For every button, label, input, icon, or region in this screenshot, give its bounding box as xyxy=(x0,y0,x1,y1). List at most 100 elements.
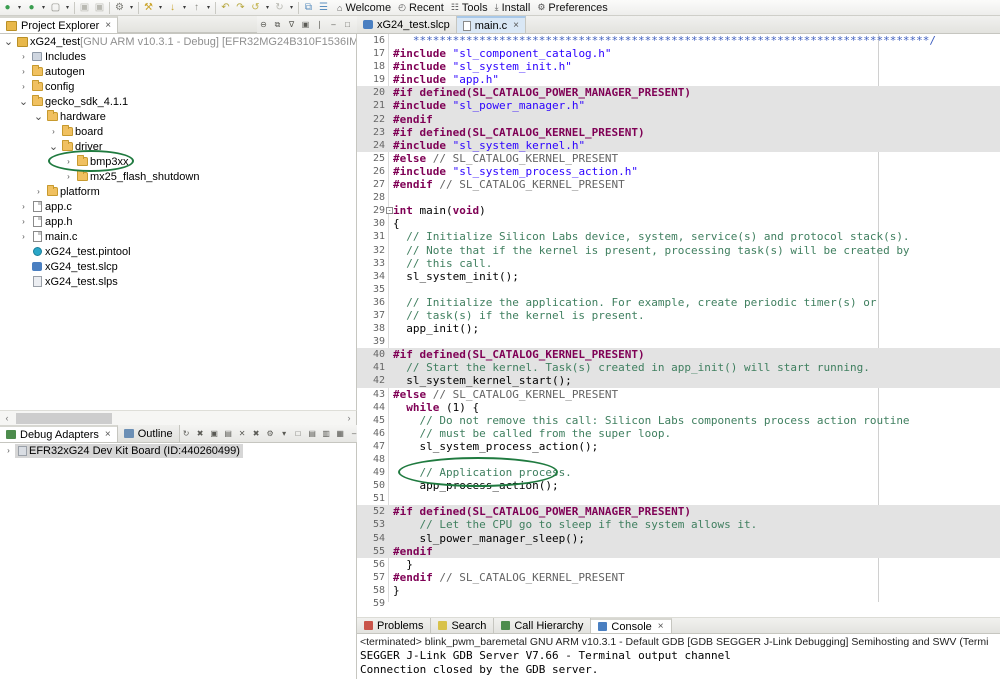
code-line-44[interactable]: 44 while (1) { xyxy=(357,401,1000,414)
code-line-57[interactable]: 57 #endif // SL_CATALOG_KERNEL_PRESENT xyxy=(357,571,1000,584)
code-line-56[interactable]: 56 } xyxy=(357,558,1000,571)
tab-debug-adapters[interactable]: Debug Adapters × xyxy=(0,425,118,442)
commit-dropdown-arrow-icon[interactable]: ▾ xyxy=(204,0,213,15)
code-line-32[interactable]: 32 // Note that if the kernel is present… xyxy=(357,244,1000,257)
code-line-30[interactable]: 30 { xyxy=(357,217,1000,230)
clean-dropdown-arrow-icon[interactable]: ▾ xyxy=(156,0,165,15)
view-menu-icon[interactable]: ▣ xyxy=(299,18,312,31)
tree-item-app-h[interactable]: › app.h xyxy=(0,214,356,229)
remove-icon[interactable]: ✕ xyxy=(236,427,249,440)
build-dropdown-arrow-icon[interactable]: ▾ xyxy=(127,0,136,15)
tree-item-xg24-test[interactable]: ⌄ xG24_test [GNU ARM v10.3.1 - Debug] [EF… xyxy=(0,34,356,49)
chevron-right-icon[interactable]: › xyxy=(62,170,75,183)
code-line-36[interactable]: 36 // Initialize the application. For ex… xyxy=(357,296,1000,309)
chevron-right-icon[interactable]: › xyxy=(17,50,30,63)
code-line-52[interactable]: 52 #if defined(SL_CATALOG_POWER_MANAGER_P… xyxy=(357,505,1000,519)
open-resource-icon[interactable]: ☰ xyxy=(316,0,331,15)
editor-tab-main-c[interactable]: main.c × xyxy=(456,16,527,33)
tree-item-xg24-test-pintool[interactable]: xG24_test.pintool xyxy=(0,244,356,259)
code-line-23[interactable]: 23 #if defined(SL_CATALOG_KERNEL_PRESENT) xyxy=(357,125,1000,139)
code-line-24[interactable]: 24 #include "sl_system_kernel.h" xyxy=(357,138,1000,152)
run-launch-icon[interactable]: ● xyxy=(24,0,39,15)
code-line-48[interactable]: 48 xyxy=(357,453,1000,466)
scroll-track[interactable] xyxy=(14,412,342,424)
back-navigate-icon[interactable]: ↶ xyxy=(218,0,233,15)
new-debug-launch-icon[interactable]: ● xyxy=(0,0,15,15)
console-tab-console[interactable]: Console × xyxy=(591,618,672,633)
code-line-40[interactable]: 40 #if defined(SL_CATALOG_KERNEL_PRESENT) xyxy=(357,348,1000,362)
code-editor[interactable]: 16 *************************************… xyxy=(357,34,1000,617)
previous-annotation-icon[interactable]: ↺ xyxy=(248,0,263,15)
scroll-thumb[interactable] xyxy=(16,412,112,424)
code-line-43[interactable]: 43 #else // SL_CATALOG_KERNEL_PRESENT xyxy=(357,388,1000,401)
chevron-right-icon[interactable]: › xyxy=(32,185,45,198)
menu-item-install[interactable]: ⤓ Install xyxy=(493,2,536,14)
code-line-18[interactable]: 18 #include "sl_system_init.h" xyxy=(357,60,1000,73)
edit-icon[interactable]: ▤ xyxy=(222,427,235,440)
chevron-right-icon[interactable]: › xyxy=(2,444,15,457)
tree-item-autogen[interactable]: › autogen xyxy=(0,64,356,79)
next-annotation-icon[interactable]: ↻ xyxy=(272,0,287,15)
disconnect-icon[interactable]: ✖ xyxy=(194,427,207,440)
code-line-37[interactable]: 37 // task(s) if the kernel is present. xyxy=(357,309,1000,322)
refresh-icon[interactable]: ↻ xyxy=(180,427,193,440)
code-line-46[interactable]: 46 // must be called from the super loop… xyxy=(357,427,1000,440)
run-dropdown-arrow-icon[interactable]: ▾ xyxy=(39,0,48,15)
forward-navigate-icon[interactable]: ↷ xyxy=(233,0,248,15)
code-line-38[interactable]: 38 app_init(); xyxy=(357,322,1000,335)
code-line-49[interactable]: 49 // Application process. xyxy=(357,466,1000,479)
flash-dropdown-arrow-icon[interactable]: ▾ xyxy=(180,0,189,15)
panel-icon-3[interactable]: ▥ xyxy=(320,427,333,440)
link-with-editor-icon[interactable]: ⧉ xyxy=(271,18,284,31)
code-line-21[interactable]: 21 #include "sl_power_manager.h" xyxy=(357,99,1000,113)
tree-item-xg24-test-slps[interactable]: xG24_test.slps xyxy=(0,274,356,289)
maximize-icon[interactable]: □ xyxy=(341,18,354,31)
new-wizard-icon[interactable]: ▢ xyxy=(48,0,63,15)
code-line-27[interactable]: 27 #endif // SL_CATALOG_KERNEL_PRESENT xyxy=(357,178,1000,191)
code-line-20[interactable]: 20 #if defined(SL_CATALOG_POWER_MANAGER_P… xyxy=(357,86,1000,100)
menu-item-preferences[interactable]: ⚙ Preferences xyxy=(535,2,612,14)
chevron-right-icon[interactable]: › xyxy=(17,80,30,93)
tree-item-platform[interactable]: › platform xyxy=(0,184,356,199)
next-dropdown-arrow-icon[interactable]: ▾ xyxy=(287,0,296,15)
tree-item-mx25-flash-shutdown[interactable]: › mx25_flash_shutdown xyxy=(0,169,356,184)
code-line-25[interactable]: 25 #else // SL_CATALOG_KERNEL_PRESENT xyxy=(357,152,1000,165)
code-line-55[interactable]: 55 #endif xyxy=(357,544,1000,558)
clean-hammer-icon[interactable]: ⚒ xyxy=(141,0,156,15)
chevron-right-icon[interactable]: › xyxy=(17,215,30,228)
commit-icon[interactable]: ↑ xyxy=(189,0,204,15)
close-icon[interactable]: × xyxy=(658,621,664,632)
tab-outline[interactable]: Outline xyxy=(117,425,180,442)
debug-dropdown-arrow-icon[interactable]: ▾ xyxy=(15,0,24,15)
code-line-59[interactable]: 59 xyxy=(357,597,1000,610)
view-menu-arrow-icon[interactable]: ▾ xyxy=(278,427,291,440)
code-line-29[interactable]: 29- int main(void) xyxy=(357,204,1000,217)
chevron-right-icon[interactable]: › xyxy=(17,230,30,243)
fold-collapse-icon[interactable]: - xyxy=(386,207,393,215)
code-line-34[interactable]: 34 sl_system_init(); xyxy=(357,270,1000,283)
code-line-50[interactable]: 50 app_process_action(); xyxy=(357,479,1000,492)
close-icon[interactable]: × xyxy=(105,429,111,440)
open-perspective-icon[interactable]: ⧉ xyxy=(301,0,316,15)
annotation-dropdown-arrow-icon[interactable]: ▾ xyxy=(263,0,272,15)
settings-gear-icon[interactable]: ⚙ xyxy=(264,427,277,440)
tree-item-main-c[interactable]: › main.c xyxy=(0,229,356,244)
close-icon[interactable]: × xyxy=(105,20,111,31)
tree-item-xg24-test-slcp[interactable]: xG24_test.slcp xyxy=(0,259,356,274)
remove-all-icon[interactable]: ✖ xyxy=(250,427,263,440)
code-line-17[interactable]: 17 #include "sl_component_catalog.h" xyxy=(357,47,1000,60)
code-line-22[interactable]: 22 #endif xyxy=(357,112,1000,126)
tree-item-config[interactable]: › config xyxy=(0,79,356,94)
flash-programmer-icon[interactable]: ↓ xyxy=(165,0,180,15)
collapse-all-icon[interactable]: ⊖ xyxy=(257,18,270,31)
chevron-down-icon[interactable]: ⌄ xyxy=(2,35,15,48)
code-line-41[interactable]: 41 // Start the kernel. Task(s) created … xyxy=(357,361,1000,375)
new-connection-icon[interactable]: ▣ xyxy=(208,427,221,440)
tree-item-bmp3xx[interactable]: › bmp3xx xyxy=(0,154,356,169)
tab-project-explorer[interactable]: Project Explorer × xyxy=(0,16,119,33)
code-line-39[interactable]: 39 xyxy=(357,335,1000,348)
chevron-down-icon[interactable]: ⌄ xyxy=(17,95,30,108)
tree-item-includes[interactable]: › Includes xyxy=(0,49,356,64)
chevron-down-icon[interactable]: ⌄ xyxy=(47,140,60,153)
tree-item-driver[interactable]: ⌄ driver xyxy=(0,139,356,154)
